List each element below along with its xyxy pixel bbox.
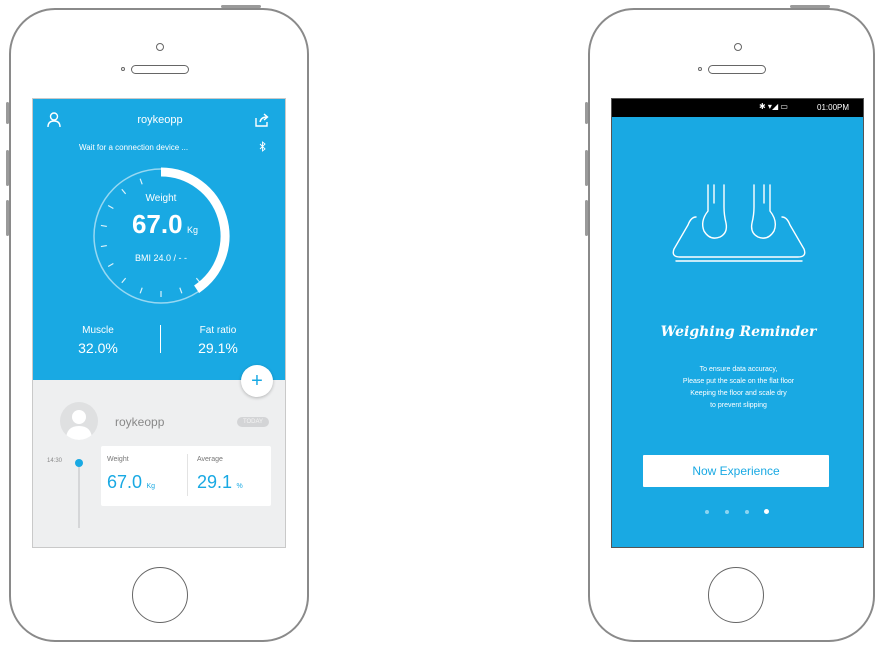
connection-status: Wait for a connection device ... xyxy=(79,143,189,152)
stats-divider xyxy=(160,325,161,353)
fat-ratio-label: Fat ratio xyxy=(199,325,237,336)
now-experience-button[interactable]: Now Experience xyxy=(643,455,829,487)
pager-dot[interactable] xyxy=(745,510,749,514)
home-button[interactable] xyxy=(132,567,188,623)
volume-down-button xyxy=(6,200,9,236)
record-average-label: Average xyxy=(197,456,223,463)
earpiece-speaker xyxy=(131,65,189,74)
reminder-line: to prevent slipping xyxy=(710,402,767,409)
status-time: 01:00PM xyxy=(817,103,850,112)
record-card-divider xyxy=(187,454,188,496)
profile-name: roykeopp xyxy=(115,415,165,429)
record-time: 14:30 xyxy=(47,458,63,464)
header-username: roykeopp xyxy=(137,114,183,126)
record-weight-label: Weight xyxy=(107,456,129,463)
earpiece-speaker xyxy=(708,65,766,74)
reminder-line: Please put the scale on the flat floor xyxy=(682,378,795,385)
muscle-value: 32.0% xyxy=(78,340,118,356)
summary-panel: roykeopp Wait for a connection device ..… xyxy=(33,99,285,380)
home-button[interactable] xyxy=(708,567,764,623)
record-weight: 67.0 Kg xyxy=(107,472,155,493)
pager-dot-active[interactable] xyxy=(764,509,769,514)
weight-value-row: 67.0 Kg xyxy=(115,209,215,240)
reminder-title: Weighing Reminder xyxy=(660,324,817,340)
power-button xyxy=(221,5,261,8)
reminder-line: To ensure data accuracy, xyxy=(699,366,778,373)
right-phone-screen: ✱ ▾◢ ▭ 01:00PM Weighing Reminder To ensu… xyxy=(611,98,864,548)
bmi-text: BMI 24.0 / - - xyxy=(134,253,187,263)
fat-ratio-value: 29.1% xyxy=(198,340,238,356)
left-phone-screen: roykeopp Wait for a connection device ..… xyxy=(32,98,286,548)
record-average: 29.1 % xyxy=(197,472,243,493)
front-camera xyxy=(156,43,164,51)
weight-unit: Kg xyxy=(187,225,199,235)
mute-switch xyxy=(585,102,588,124)
timeline-dot xyxy=(75,459,83,467)
share-icon[interactable] xyxy=(254,113,270,128)
today-badge: TODAY xyxy=(237,417,269,427)
user-icon[interactable] xyxy=(47,112,61,128)
sensor-dot xyxy=(698,67,702,71)
reminder-body: To ensure data accuracy, Please put the … xyxy=(612,364,863,412)
record-card[interactable]: Weight 67.0 Kg Average 29.1 % xyxy=(101,446,271,506)
bluetooth-icon xyxy=(259,141,266,152)
record-average-unit: % xyxy=(236,483,243,490)
front-camera xyxy=(734,43,742,51)
add-record-button[interactable]: + xyxy=(241,365,273,397)
timeline-line xyxy=(78,460,80,528)
mute-switch xyxy=(6,102,9,124)
record-average-value: 29.1 xyxy=(197,472,233,492)
muscle-label: Muscle xyxy=(82,325,114,336)
volume-up-button xyxy=(6,150,9,186)
scale-with-feet-illustration xyxy=(672,184,806,262)
pager-dot[interactable] xyxy=(725,510,729,514)
record-weight-value: 67.0 xyxy=(107,472,143,492)
avatar[interactable] xyxy=(60,402,98,440)
volume-down-button xyxy=(585,200,588,236)
volume-up-button xyxy=(585,150,588,186)
gauge-label: Weight xyxy=(145,193,177,204)
records-panel: roykeopp TODAY 14:30 Weight 67.0 Kg Aver… xyxy=(33,380,285,547)
sensor-dot xyxy=(121,67,125,71)
weight-value: 67.0 xyxy=(131,209,183,239)
status-icons: ✱ ▾◢ ▭ xyxy=(759,102,788,111)
power-button xyxy=(790,5,830,8)
record-weight-unit: Kg xyxy=(146,483,156,490)
reminder-line: Keeping the floor and scale dry xyxy=(690,390,787,397)
avatar-person-icon xyxy=(66,410,92,440)
pager-dot[interactable] xyxy=(705,510,709,514)
status-bar: ✱ ▾◢ ▭ 01:00PM xyxy=(612,99,863,117)
